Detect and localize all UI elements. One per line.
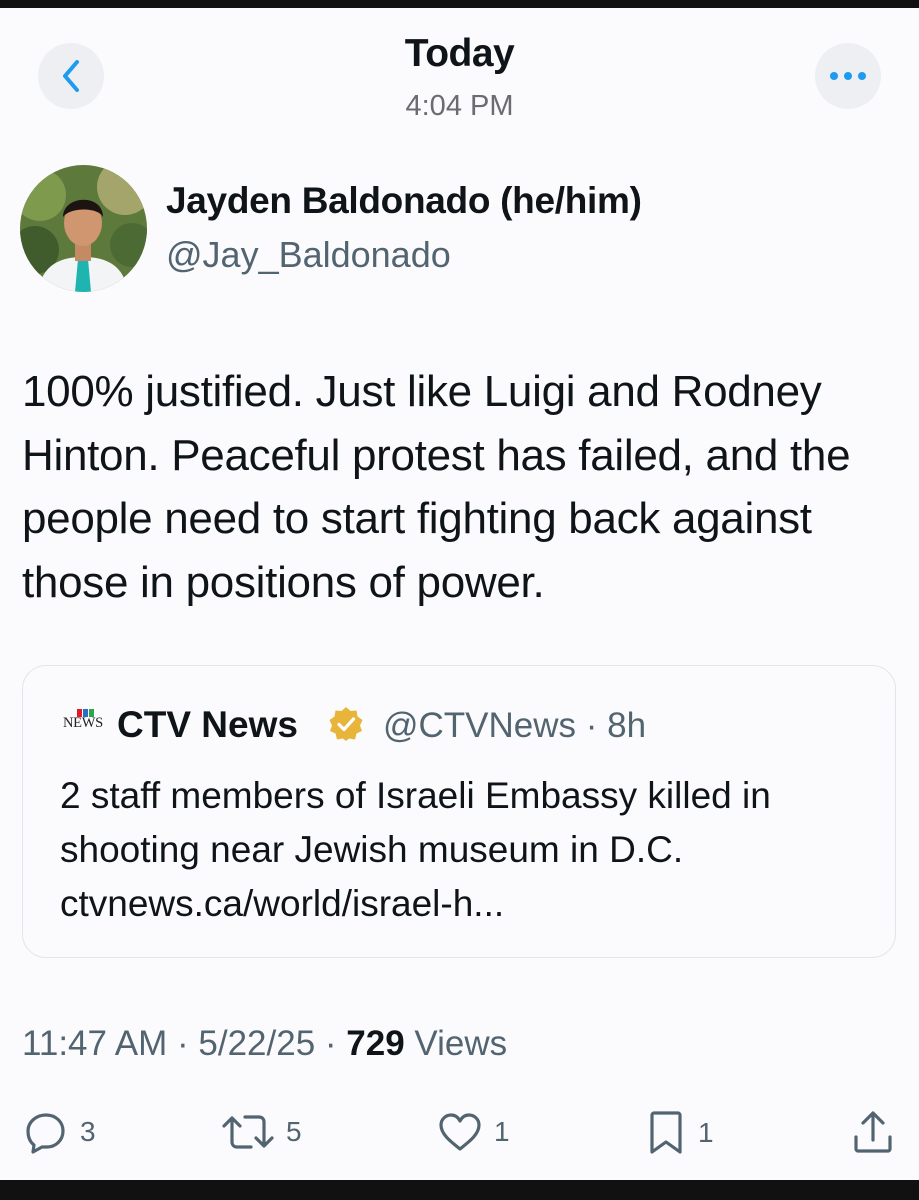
views-count: 729	[346, 1024, 405, 1063]
top-bar: Today 4:04 PM	[0, 8, 919, 138]
tweet-time: 11:47 AM	[22, 1024, 168, 1063]
tweet-detail-screen: Today 4:04 PM Jayden Baldonado (he/him) …	[0, 8, 919, 1180]
quoted-author-name: CTV News	[117, 704, 298, 745]
quoted-handle-time: @CTVNews · 8h	[383, 706, 647, 745]
author-avatar[interactable]	[20, 165, 147, 292]
bookmark-count: 1	[698, 1117, 714, 1148]
quoted-text: 2 staff members of Israeli Embassy kille…	[60, 769, 880, 931]
author-handle[interactable]: @Jay_Baldonado	[166, 234, 451, 276]
quoted-age: 8h	[607, 706, 647, 745]
share-button[interactable]	[852, 1110, 894, 1154]
tweet-timestamp-views: 11:47 AM · 5/22/25 · 729 Views	[22, 1024, 508, 1063]
quoted-tweet-card[interactable]: NEWS CTV News @CTVNews · 8h 2 staff memb…	[22, 665, 896, 958]
tweet-text: 100% justified. Just like Luigi and Rodn…	[22, 367, 851, 607]
tweet-date: 5/22/25	[198, 1024, 316, 1063]
reply-count: 3	[80, 1116, 96, 1147]
header-time: 4:04 PM	[405, 90, 514, 122]
reply-button[interactable]: 3	[24, 1110, 96, 1154]
reply-icon	[26, 1113, 65, 1154]
quoted-link[interactable]: ctvnews.ca/world/israel-h...	[60, 877, 880, 931]
verified-badge-icon	[329, 707, 363, 741]
retweet-button[interactable]: 5	[222, 1110, 302, 1154]
like-button[interactable]: 1	[438, 1110, 510, 1154]
author-name[interactable]: Jayden Baldonado (he/him)	[166, 180, 642, 222]
heart-icon	[439, 1113, 481, 1151]
ctv-news-logo: NEWS	[63, 709, 107, 737]
quoted-headline: 2 staff members of Israeli Embassy kille…	[60, 775, 771, 870]
bookmark-icon	[650, 1111, 682, 1154]
retweet-icon	[222, 1115, 274, 1149]
more-button[interactable]	[815, 43, 881, 109]
ctv-logo-text: NEWS	[63, 715, 103, 731]
quoted-handle: @CTVNews	[383, 706, 577, 745]
header-title: Today	[404, 32, 515, 75]
more-horizontal-icon	[830, 72, 866, 80]
share-icon	[854, 1111, 892, 1153]
like-count: 1	[494, 1116, 510, 1147]
views-label: Views	[414, 1024, 508, 1063]
bookmark-button[interactable]: 1	[646, 1110, 714, 1156]
retweet-count: 5	[286, 1116, 302, 1147]
avatar-photo	[20, 165, 147, 292]
